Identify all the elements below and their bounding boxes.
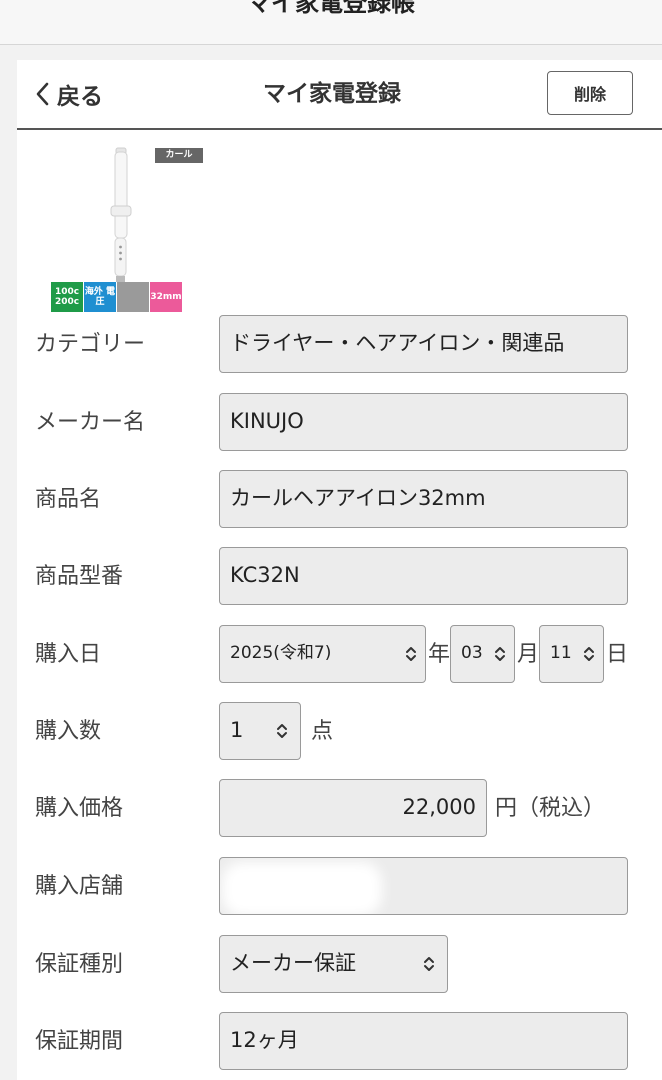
product-name-label: 商品名 xyxy=(35,487,102,512)
store-label: 購入店舗 xyxy=(35,874,124,899)
maker-field[interactable]: KINUJO xyxy=(219,393,628,451)
year-unit: 年 xyxy=(428,642,451,667)
model-number-row: 商品型番 KC32N xyxy=(17,547,662,607)
month-unit: 月 xyxy=(517,642,540,667)
delete-button[interactable]: 削除 xyxy=(547,71,633,115)
warranty-type-select[interactable]: メーカー保証 xyxy=(219,935,448,993)
model-number-label: 商品型番 xyxy=(35,564,124,589)
category-tag: カール xyxy=(155,148,203,163)
quantity-select[interactable]: 1 xyxy=(219,702,301,760)
quantity-row: 購入数 1 点 xyxy=(17,702,662,762)
model-number-field[interactable]: KC32N xyxy=(219,547,628,605)
chevron-updown-icon xyxy=(277,724,287,738)
chevron-updown-icon xyxy=(406,647,416,661)
warranty-type-row: 保証種別 メーカー保証 xyxy=(17,935,662,995)
page-title: マイ家電登録 xyxy=(263,81,401,107)
price-unit: 円（税込） xyxy=(495,796,606,821)
nav-bar: 戻る マイ家電登録 削除 xyxy=(17,60,662,130)
chevron-updown-icon xyxy=(495,647,505,661)
store-row: 購入店舗 xyxy=(17,857,662,917)
category-field[interactable]: ドライヤー・ヘアアイロン・関連品 xyxy=(219,315,628,373)
chevron-updown-icon xyxy=(424,957,434,971)
quantity-label: 購入数 xyxy=(35,719,102,744)
back-button[interactable]: 戻る xyxy=(35,78,103,110)
price-field[interactable]: 22,000 xyxy=(219,779,487,837)
warranty-period-label: 保証期間 xyxy=(35,1029,124,1054)
quantity-unit: 点 xyxy=(311,719,334,744)
price-label: 購入価格 xyxy=(35,796,124,821)
warranty-type-value: メーカー保証 xyxy=(230,951,356,975)
back-label: 戻る xyxy=(57,84,103,110)
purchase-date-label: 購入日 xyxy=(35,642,102,667)
overseas-voltage-badge: 海外 電圧 xyxy=(84,282,116,312)
product-name-field[interactable]: カールヘアアイロン32mm xyxy=(219,470,628,528)
redacted-area xyxy=(222,862,382,914)
warranty-period-row: 保証期間 12ヶ月 xyxy=(17,1012,662,1072)
purchase-date-row: 購入日 2025(令和7) 年 03 月 11 日 xyxy=(17,625,662,685)
year-value: 2025(令和7) xyxy=(230,643,332,663)
month-value: 03 xyxy=(461,643,483,663)
day-unit: 日 xyxy=(606,642,629,667)
day-value: 11 xyxy=(550,643,572,663)
size-badge: 32mm xyxy=(150,282,182,312)
year-select[interactable]: 2025(令和7) xyxy=(219,625,426,683)
chevron-updown-icon xyxy=(584,647,594,661)
chevron-left-icon xyxy=(36,82,49,106)
price-row: 購入価格 22,000 円（税込） xyxy=(17,779,662,839)
product-name-row: 商品名 カールヘアアイロン32mm xyxy=(17,470,662,530)
maker-row: メーカー名 KINUJO xyxy=(17,393,662,453)
quantity-value: 1 xyxy=(230,718,244,742)
day-select[interactable]: 11 xyxy=(539,625,604,683)
voltage-badge: 100c 200c xyxy=(51,282,83,312)
spec-badge xyxy=(117,282,149,312)
month-select[interactable]: 03 xyxy=(450,625,515,683)
warranty-period-field[interactable]: 12ヶ月 xyxy=(219,1012,628,1070)
app-title: マイ家電登録帳 xyxy=(0,0,662,45)
category-label: カテゴリー xyxy=(35,332,146,357)
category-row: カテゴリー ドライヤー・ヘアアイロン・関連品 xyxy=(17,315,662,375)
warranty-type-label: 保証種別 xyxy=(35,952,124,977)
store-field[interactable] xyxy=(219,857,628,915)
spec-badges: 100c 200c 海外 電圧 32mm xyxy=(51,282,182,312)
maker-label: メーカー名 xyxy=(35,410,146,435)
registration-card: 戻る マイ家電登録 削除 カール 100c 200c 海外 電圧 32mm カテ… xyxy=(17,60,662,1080)
